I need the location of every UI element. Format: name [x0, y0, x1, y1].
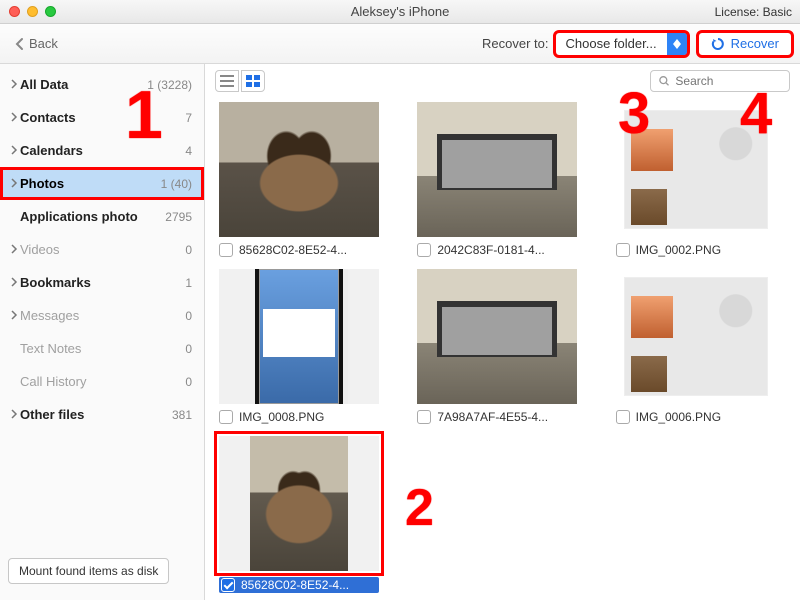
select-checkbox[interactable] [219, 243, 233, 257]
chevron-left-icon [14, 37, 25, 51]
updown-icon [667, 33, 687, 55]
sidebar-item-count: 7 [185, 111, 192, 125]
chevron-right-icon [10, 407, 20, 422]
back-button[interactable]: Back [8, 32, 64, 55]
recover-to-label: Recover to: [482, 36, 548, 51]
photo-thumbnail[interactable] [219, 102, 379, 237]
sidebar-item-label: Photos [20, 176, 161, 191]
photo-filename: IMG_0008.PNG [239, 410, 379, 424]
view-toggle [215, 70, 265, 92]
list-icon [220, 75, 234, 87]
chevron-right-icon [10, 143, 20, 158]
select-checkbox[interactable] [417, 243, 431, 257]
photo-thumbnail[interactable] [417, 102, 577, 237]
photo-filename: 85628C02-8E52-4... [241, 578, 377, 592]
window-title: Aleksey's iPhone [0, 4, 800, 19]
select-checkbox[interactable] [616, 243, 630, 257]
photo-cell[interactable]: 7A98A7AF-4E55-4... [417, 269, 577, 424]
photo-cell[interactable]: IMG_0002.PNG [616, 102, 776, 257]
photo-filename: 85628C02-8E52-4... [239, 243, 379, 257]
main-panel: 85628C02-8E52-4... 2042C83F-0181-4... IMG_… [205, 64, 800, 600]
sidebar-item-calendars[interactable]: Calendars4 [0, 134, 204, 167]
main-toolbar [205, 64, 800, 98]
photo-cell[interactable]: IMG_0008.PNG [219, 269, 379, 424]
sidebar-item-count: 381 [172, 408, 192, 422]
photo-cell[interactable]: IMG_0006.PNG [616, 269, 776, 424]
recover-button[interactable]: Recover [698, 32, 792, 56]
select-checkbox[interactable] [219, 410, 233, 424]
sidebar-item-messages[interactable]: Messages0 [0, 299, 204, 332]
select-checkbox[interactable] [221, 578, 235, 592]
recover-label: Recover [731, 36, 779, 51]
mount-disk-button[interactable]: Mount found items as disk [8, 558, 169, 584]
sidebar: All Data1 (3228)Contacts7Calendars4Photo… [0, 64, 205, 600]
sidebar-item-applications-photo[interactable]: Applications photo2795 [0, 200, 204, 233]
titlebar: Aleksey's iPhone License: Basic [0, 0, 800, 24]
photo-cell[interactable]: 85628C02-8E52-4... [219, 436, 379, 593]
sidebar-item-label: Applications photo [20, 209, 165, 224]
license-label: License: Basic [715, 5, 792, 19]
toolbar: Back Recover to: Choose folder... Recove… [0, 24, 800, 64]
sidebar-item-count: 1 (3228) [147, 78, 192, 92]
photo-filename: IMG_0006.PNG [636, 410, 776, 424]
choose-folder-dropdown[interactable]: Choose folder... [555, 32, 688, 56]
search-input[interactable] [675, 74, 781, 88]
photo-thumbnail[interactable] [219, 269, 379, 404]
sidebar-item-text-notes[interactable]: Text Notes0 [0, 332, 204, 365]
recover-icon [711, 37, 725, 51]
sidebar-item-label: Bookmarks [20, 275, 185, 290]
sidebar-item-count: 0 [185, 342, 192, 356]
grid-view-button[interactable] [241, 70, 265, 92]
grid-icon [246, 75, 260, 87]
chevron-right-icon [10, 176, 20, 191]
chevron-right-icon [10, 110, 20, 125]
sidebar-item-call-history[interactable]: Call History0 [0, 365, 204, 398]
sidebar-item-photos[interactable]: Photos1 (40) [0, 167, 204, 200]
sidebar-item-label: All Data [20, 77, 147, 92]
select-checkbox[interactable] [417, 410, 431, 424]
photo-thumbnail[interactable] [616, 102, 776, 237]
photo-thumbnail[interactable] [219, 436, 379, 571]
sidebar-item-count: 1 (40) [161, 177, 192, 191]
select-checkbox[interactable] [616, 410, 630, 424]
search-icon [659, 75, 669, 87]
chevron-right-icon [10, 308, 20, 323]
sidebar-item-count: 0 [185, 309, 192, 323]
sidebar-item-count: 0 [185, 375, 192, 389]
sidebar-item-all-data[interactable]: All Data1 (3228) [0, 68, 204, 101]
chevron-right-icon [10, 77, 20, 92]
sidebar-item-label: Text Notes [20, 341, 185, 356]
chevron-right-icon [10, 275, 20, 290]
sidebar-item-label: Contacts [20, 110, 185, 125]
sidebar-item-label: Messages [20, 308, 185, 323]
sidebar-item-count: 0 [185, 243, 192, 257]
sidebar-item-count: 1 [185, 276, 192, 290]
photo-grid: 85628C02-8E52-4... 2042C83F-0181-4... IMG_… [205, 98, 800, 600]
photo-filename: 2042C83F-0181-4... [437, 243, 577, 257]
sidebar-item-other-files[interactable]: Other files381 [0, 398, 204, 431]
sidebar-item-label: Calendars [20, 143, 185, 158]
back-label: Back [29, 36, 58, 51]
chevron-right-icon [10, 242, 20, 257]
photo-filename: 7A98A7AF-4E55-4... [437, 410, 577, 424]
sidebar-item-videos[interactable]: Videos0 [0, 233, 204, 266]
list-view-button[interactable] [215, 70, 239, 92]
photo-cell[interactable]: 2042C83F-0181-4... [417, 102, 577, 257]
photo-thumbnail[interactable] [417, 269, 577, 404]
choose-folder-label: Choose folder... [556, 36, 667, 51]
sidebar-item-bookmarks[interactable]: Bookmarks1 [0, 266, 204, 299]
sidebar-item-label: Other files [20, 407, 172, 422]
search-box[interactable] [650, 70, 790, 92]
photo-cell[interactable]: 85628C02-8E52-4... [219, 102, 379, 257]
sidebar-item-count: 2795 [165, 210, 192, 224]
sidebar-item-count: 4 [185, 144, 192, 158]
sidebar-item-label: Videos [20, 242, 185, 257]
photo-filename: IMG_0002.PNG [636, 243, 776, 257]
sidebar-item-label: Call History [20, 374, 185, 389]
sidebar-item-contacts[interactable]: Contacts7 [0, 101, 204, 134]
photo-thumbnail[interactable] [616, 269, 776, 404]
